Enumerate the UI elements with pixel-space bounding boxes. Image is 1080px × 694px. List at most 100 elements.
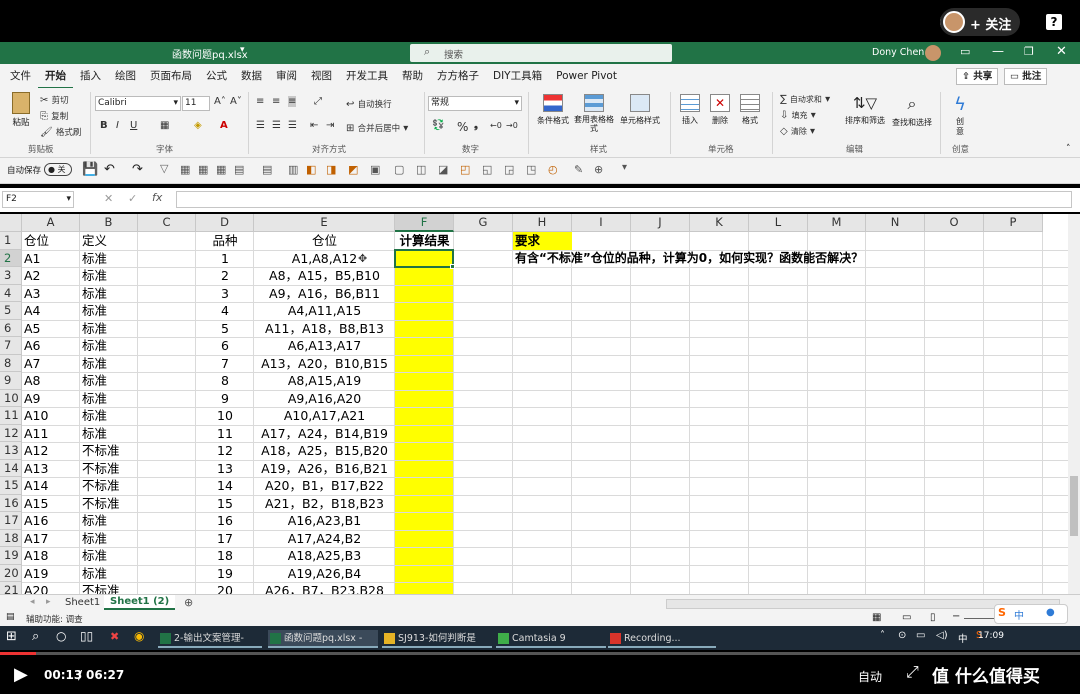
row-header[interactable]: 16 xyxy=(0,494,22,512)
formula-input[interactable] xyxy=(176,191,1072,208)
cell-d[interactable]: 1 xyxy=(198,250,252,268)
column-header-n[interactable]: N xyxy=(866,214,925,232)
cell-d[interactable]: 18 xyxy=(198,547,252,565)
enter-icon[interactable]: ✓ xyxy=(128,192,137,205)
cell-e[interactable]: A4,A11,A15 xyxy=(256,302,393,320)
shape-tool-icon-3[interactable]: ◩ xyxy=(348,163,358,176)
tab-fangfang[interactable]: 方方格子 xyxy=(430,64,486,88)
row-header[interactable]: 17 xyxy=(0,512,22,530)
column-header-o[interactable]: O xyxy=(925,214,984,232)
shape-tool-icon-12[interactable]: ◴ xyxy=(548,163,558,176)
column-header-l[interactable]: L xyxy=(749,214,808,232)
cell-d[interactable]: 9 xyxy=(198,390,252,408)
row-header[interactable]: 12 xyxy=(0,424,22,442)
cell-a[interactable]: A8 xyxy=(24,372,78,390)
row-header[interactable]: 1 xyxy=(0,232,22,250)
cell-a[interactable]: A6 xyxy=(24,337,78,355)
shape-tool-icon-4[interactable]: ▣ xyxy=(370,163,380,176)
row-header[interactable]: 9 xyxy=(0,372,22,390)
column-header-g[interactable]: G xyxy=(454,214,513,232)
minimize-icon[interactable]: — xyxy=(992,44,1004,58)
help-icon[interactable]: ? xyxy=(1046,14,1062,30)
cell-e[interactable]: A9，A16，B6,B11 xyxy=(256,285,393,303)
clock[interactable]: 17:09 xyxy=(978,631,1004,641)
orientation-icon[interactable]: ⤢ xyxy=(314,96,322,107)
page-break-view-icon[interactable]: ▯ xyxy=(930,612,936,623)
italic-icon[interactable]: I xyxy=(116,120,119,131)
windows-start-icon[interactable]: ⊞ xyxy=(6,629,17,644)
row-header[interactable]: 11 xyxy=(0,407,22,425)
select-all-corner[interactable] xyxy=(0,214,22,232)
shape-tool-icon-7[interactable]: ◪ xyxy=(438,163,448,176)
taskbar-item-excel-2[interactable]: 函数问题pq.xlsx - Ex... xyxy=(268,630,378,662)
table-tool-icon-4[interactable]: ▤ xyxy=(234,163,244,176)
increase-decimal-icon[interactable]: ←0 xyxy=(490,121,502,130)
cell-d[interactable]: 8 xyxy=(198,372,252,390)
app-icon[interactable]: ✖ xyxy=(110,630,119,643)
network-icon[interactable]: ▭ xyxy=(916,630,925,641)
column-header-c[interactable]: C xyxy=(138,214,196,232)
shape-tool-icon-8[interactable]: ◰ xyxy=(460,163,470,176)
cell-e[interactable]: A19，A26，B16,B21 xyxy=(256,460,393,478)
tab-view[interactable]: 视图 xyxy=(304,64,339,88)
cell-a[interactable]: A15 xyxy=(24,495,78,513)
cell-e[interactable]: A9,A16,A20 xyxy=(256,390,393,408)
row-header[interactable]: 20 xyxy=(0,564,22,582)
ime-indicator[interactable]: 中 xyxy=(958,631,968,645)
cell-b[interactable]: 标准 xyxy=(82,250,136,268)
insert-cells-button[interactable]: 插入 xyxy=(676,94,704,126)
cell-e[interactable]: A1,A8,A12 xyxy=(256,250,393,268)
cell-styles-button[interactable]: 单元格样式 xyxy=(616,94,664,126)
cell-d[interactable]: 7 xyxy=(198,355,252,373)
undo-icon[interactable]: ↶ xyxy=(104,162,115,177)
table-tool-icon-3[interactable]: ▦ xyxy=(216,163,226,176)
row-header[interactable]: 8 xyxy=(0,354,22,372)
cell-b[interactable]: 标准 xyxy=(82,530,136,548)
prev-sheet-icon[interactable]: ◂ xyxy=(30,597,35,607)
cell-a[interactable]: A9 xyxy=(24,390,78,408)
indent-icon[interactable]: ⇤ xyxy=(310,120,318,131)
search-box[interactable]: ⌕ 搜索 xyxy=(410,44,672,62)
cell-b[interactable]: 标准 xyxy=(82,512,136,530)
worksheet-grid[interactable]: A B C D E F G H I J K L M N O P 1 2 3 4 5 6 7 8 9 10 11 12 13 14 15 16 1… xyxy=(0,214,1068,596)
cell-e[interactable]: A21，B2，B18,B23 xyxy=(256,495,393,513)
cell-b[interactable]: 标准 xyxy=(82,425,136,443)
tab-draw[interactable]: 绘图 xyxy=(108,64,143,88)
chrome-icon[interactable]: ◉ xyxy=(134,629,144,643)
column-header-m[interactable]: M xyxy=(808,214,866,232)
tab-developer[interactable]: 开发工具 xyxy=(339,64,395,88)
redo-icon[interactable]: ↷ xyxy=(132,162,143,177)
vertical-scrollbar[interactable] xyxy=(1068,214,1080,596)
row-header[interactable]: 15 xyxy=(0,477,22,495)
column-header-d[interactable]: D xyxy=(196,214,254,232)
sheet-tab-sheet1-2[interactable]: Sheet1 (2) xyxy=(104,595,176,610)
insert-function-icon[interactable]: fx xyxy=(152,191,162,204)
tray-app-icon[interactable]: ⊙ xyxy=(898,630,906,641)
shape-tool-icon-9[interactable]: ◱ xyxy=(482,163,492,176)
align-right-icon[interactable]: ☰ xyxy=(288,120,297,131)
header-cell-b[interactable]: 定义 xyxy=(82,232,136,250)
cell-b[interactable]: 标准 xyxy=(82,302,136,320)
brush-icon[interactable]: ✎ xyxy=(574,163,583,176)
cell-d[interactable]: 12 xyxy=(198,442,252,460)
tab-help[interactable]: 帮助 xyxy=(395,64,430,88)
cell-a[interactable]: A1 xyxy=(24,250,78,268)
header-cell-d[interactable]: 品种 xyxy=(198,232,252,250)
cell-e[interactable]: A18，A25，B15,B20 xyxy=(256,442,393,460)
cell-b[interactable]: 标准 xyxy=(82,320,136,338)
cell-a[interactable]: A10 xyxy=(24,407,78,425)
cancel-icon[interactable]: ✕ xyxy=(104,192,113,205)
fill-color-icon[interactable]: ◈ xyxy=(194,120,202,131)
row-header[interactable]: 2 xyxy=(0,249,22,267)
cell-a[interactable]: A3 xyxy=(24,285,78,303)
cell-e[interactable]: A19,A26,B4 xyxy=(256,565,393,583)
table-tool-icon-2[interactable]: ▦ xyxy=(198,163,208,176)
increase-font-icon[interactable]: A˄ xyxy=(214,96,226,107)
cell-a[interactable]: A18 xyxy=(24,547,78,565)
taskbar-item-recording[interactable]: Recording... xyxy=(608,630,716,648)
cell-a[interactable]: A12 xyxy=(24,442,78,460)
cell-e[interactable]: A8,A15,A19 xyxy=(256,372,393,390)
table-tool-icon[interactable]: ▦ xyxy=(180,163,190,176)
column-header-a[interactable]: A xyxy=(22,214,80,232)
cell-d[interactable]: 2 xyxy=(198,267,252,285)
